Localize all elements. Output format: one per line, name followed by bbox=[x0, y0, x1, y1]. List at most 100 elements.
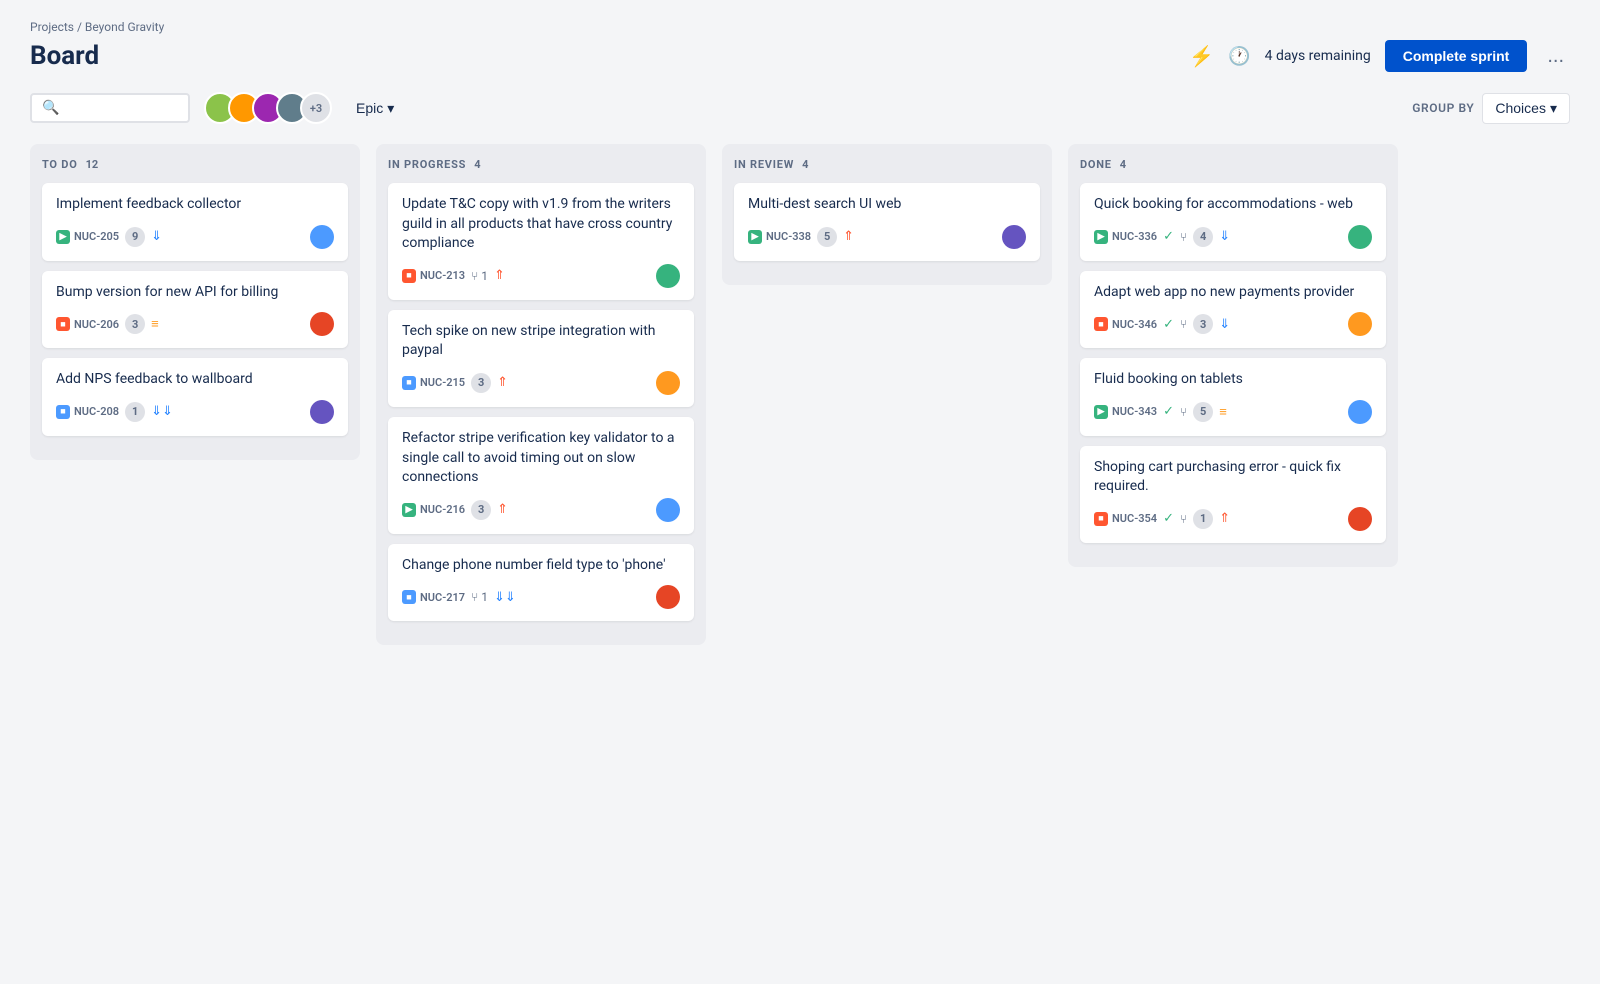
column-header: DONE 4 bbox=[1080, 158, 1386, 171]
pr-icon: ⑂ 1 bbox=[471, 590, 488, 604]
card[interactable]: Adapt web app no new payments provider ■… bbox=[1080, 271, 1386, 349]
branch-icon: ⑂ bbox=[1180, 512, 1187, 526]
story-points: 3 bbox=[1193, 314, 1213, 334]
card-title: Tech spike on new stripe integration wit… bbox=[402, 322, 680, 361]
ticket-id: NUC-346 bbox=[1112, 318, 1157, 331]
story-icon: ▶ bbox=[1094, 230, 1108, 244]
epic-filter-button[interactable]: Epic ▾ bbox=[346, 94, 404, 123]
card[interactable]: Quick booking for accommodations - web ▶… bbox=[1080, 183, 1386, 261]
story-icon: ▶ bbox=[748, 230, 762, 244]
check-icon: ✓ bbox=[1163, 511, 1174, 526]
column-title: IN REVIEW bbox=[734, 158, 794, 171]
days-remaining: 4 days remaining bbox=[1265, 48, 1371, 64]
story-points: 1 bbox=[125, 402, 145, 422]
column-count: 12 bbox=[86, 158, 99, 171]
priority-high-icon: ⇑ bbox=[494, 268, 505, 283]
priority-medium-icon: ≡ bbox=[1219, 404, 1227, 420]
search-icon: 🔍 bbox=[42, 100, 59, 116]
assignee-avatar bbox=[656, 264, 680, 288]
ticket-badge: ■ NUC-213 bbox=[402, 269, 465, 283]
ticket-badge: ■ NUC-346 bbox=[1094, 317, 1157, 331]
check-icon: ✓ bbox=[1163, 404, 1174, 419]
card-title: Multi-dest search UI web bbox=[748, 195, 1026, 215]
card-title: Change phone number field type to 'phone… bbox=[402, 556, 680, 576]
chevron-down-icon: ▾ bbox=[1550, 100, 1557, 117]
priority-lowdown-icon: ⇓⇓ bbox=[494, 590, 516, 605]
pr-icon: ⑂ 1 bbox=[471, 269, 488, 283]
ticket-badge: ■ NUC-208 bbox=[56, 405, 119, 419]
clock-icon: 🕐 bbox=[1228, 46, 1250, 67]
avatar-group: +3 bbox=[204, 92, 332, 124]
card[interactable]: Shoping cart purchasing error - quick fi… bbox=[1080, 446, 1386, 543]
choices-label: Choices bbox=[1495, 100, 1546, 116]
story-points: 4 bbox=[1193, 227, 1213, 247]
priority-lowdown-icon: ⇓⇓ bbox=[151, 404, 173, 419]
branch-icon: ⑂ bbox=[1180, 230, 1187, 244]
card[interactable]: Tech spike on new stripe integration wit… bbox=[388, 310, 694, 407]
story-points: 3 bbox=[471, 500, 491, 520]
card[interactable]: Change phone number field type to 'phone… bbox=[388, 544, 694, 622]
story-points: 1 bbox=[1193, 509, 1213, 529]
assignee-avatar bbox=[1002, 225, 1026, 249]
priority-high-icon: ⇑ bbox=[843, 229, 854, 244]
story-points: 3 bbox=[125, 314, 145, 334]
card-footer: ▶ NUC-205 9⇓ bbox=[56, 225, 334, 249]
assignee-avatar bbox=[1348, 225, 1372, 249]
story-points: 3 bbox=[471, 373, 491, 393]
column-title: DONE bbox=[1080, 158, 1112, 171]
avatar-overflow-count[interactable]: +3 bbox=[300, 92, 332, 124]
card-footer: ■ NUC-217 ⑂ 1 ⇓⇓ bbox=[402, 585, 680, 609]
column-todo: TO DO 12 Implement feedback collector ▶ … bbox=[30, 144, 360, 460]
story-points: 5 bbox=[817, 227, 837, 247]
card-footer: ▶ NUC-336 ✓⑂4⇓ bbox=[1094, 225, 1372, 249]
branch-icon: ⑂ bbox=[1180, 405, 1187, 419]
assignee-avatar bbox=[656, 498, 680, 522]
card-title: Adapt web app no new payments provider bbox=[1094, 283, 1372, 303]
epic-label: Epic bbox=[356, 100, 383, 116]
priority-low-icon: ⇓ bbox=[151, 229, 162, 244]
card-title: Shoping cart purchasing error - quick fi… bbox=[1094, 458, 1372, 497]
card-footer: ▶ NUC-343 ✓⑂5≡ bbox=[1094, 400, 1372, 424]
ticket-id: NUC-343 bbox=[1112, 405, 1157, 418]
card[interactable]: Fluid booking on tablets ▶ NUC-343 ✓⑂5≡ bbox=[1080, 358, 1386, 436]
ticket-id: NUC-354 bbox=[1112, 512, 1157, 525]
card-footer: ■ NUC-346 ✓⑂3⇓ bbox=[1094, 312, 1372, 336]
task-icon: ■ bbox=[56, 405, 70, 419]
card[interactable]: Add NPS feedback to wallboard ■ NUC-208 … bbox=[42, 358, 348, 436]
branch-icon: ⑂ bbox=[1180, 317, 1187, 331]
complete-sprint-button[interactable]: Complete sprint bbox=[1385, 40, 1528, 72]
search-input[interactable] bbox=[65, 100, 178, 116]
ticket-id: NUC-205 bbox=[74, 230, 119, 243]
assignee-avatar bbox=[656, 585, 680, 609]
more-options-button[interactable]: ... bbox=[1541, 41, 1570, 72]
bug-icon: ■ bbox=[402, 269, 416, 283]
ticket-badge: ■ NUC-206 bbox=[56, 317, 119, 331]
ticket-id: NUC-215 bbox=[420, 376, 465, 389]
card-footer: ■ NUC-215 3⇑ bbox=[402, 371, 680, 395]
assignee-avatar bbox=[1348, 507, 1372, 531]
assignee-avatar bbox=[310, 225, 334, 249]
story-icon: ▶ bbox=[56, 230, 70, 244]
ticket-badge: ▶ NUC-216 bbox=[402, 503, 465, 517]
card[interactable]: Bump version for new API for billing ■ N… bbox=[42, 271, 348, 349]
ticket-badge: ■ NUC-215 bbox=[402, 376, 465, 390]
column-count: 4 bbox=[802, 158, 808, 171]
card-footer: ■ NUC-206 3≡ bbox=[56, 312, 334, 336]
page-title: Board bbox=[30, 41, 99, 71]
ticket-id: NUC-206 bbox=[74, 318, 119, 331]
card-title: Quick booking for accommodations - web bbox=[1094, 195, 1372, 215]
choices-dropdown-button[interactable]: Choices ▾ bbox=[1482, 93, 1570, 124]
ticket-badge: ▶ NUC-338 bbox=[748, 230, 811, 244]
card[interactable]: Implement feedback collector ▶ NUC-205 9… bbox=[42, 183, 348, 261]
card[interactable]: Refactor stripe verification key validat… bbox=[388, 417, 694, 534]
card-title: Refactor stripe verification key validat… bbox=[402, 429, 680, 488]
card-footer: ▶ NUC-216 3⇑ bbox=[402, 498, 680, 522]
card[interactable]: Multi-dest search UI web ▶ NUC-338 5 ⇑ bbox=[734, 183, 1040, 261]
ticket-id: NUC-217 bbox=[420, 591, 465, 604]
card[interactable]: Update T&C copy with v1.9 from the write… bbox=[388, 183, 694, 300]
task-icon: ■ bbox=[402, 590, 416, 604]
column-count: 4 bbox=[474, 158, 480, 171]
assignee-avatar bbox=[656, 371, 680, 395]
assignee-avatar bbox=[1348, 400, 1372, 424]
group-by-label: GROUP BY bbox=[1412, 101, 1474, 115]
